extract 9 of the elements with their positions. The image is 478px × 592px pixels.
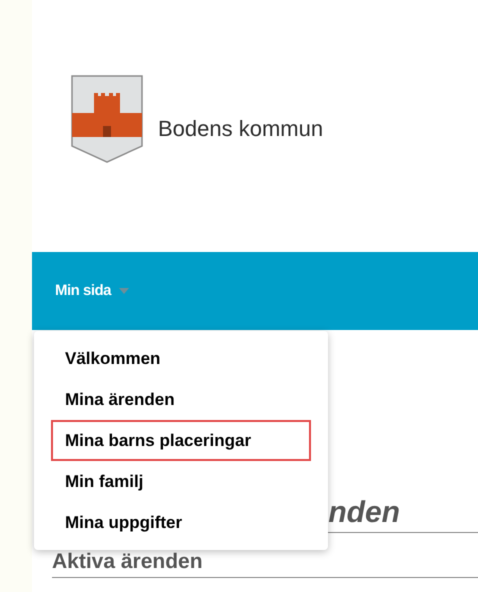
menu-item[interactable]: Mina barns placeringar — [51, 420, 311, 461]
menu-item[interactable]: Mina ärenden — [51, 379, 311, 420]
menu-item[interactable]: Min familj — [51, 461, 311, 502]
menu-item[interactable]: Välkommen — [51, 338, 311, 379]
menu-item[interactable]: Mina uppgifter — [51, 502, 311, 543]
site-name: Bodens kommun — [158, 115, 324, 143]
section-heading: Aktiva ärenden — [52, 550, 203, 573]
page-heading: nden — [328, 495, 400, 531]
caret-icon — [119, 288, 130, 294]
